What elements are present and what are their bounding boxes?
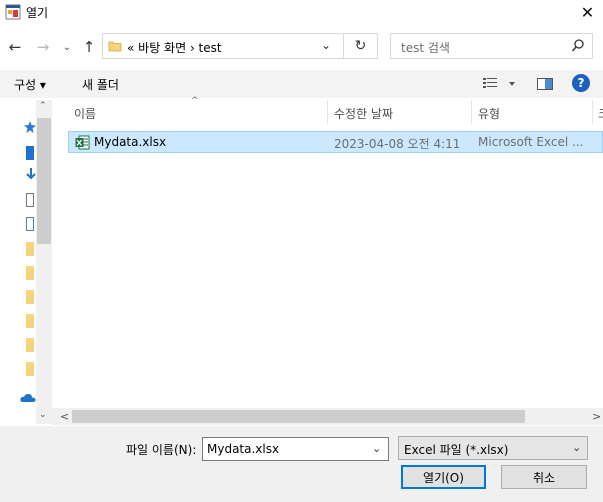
chevron-down-icon[interactable]: ⌄ bbox=[321, 38, 331, 52]
title-bar bbox=[0, 0, 603, 24]
scroll-up-arrow[interactable]: ⌃ bbox=[39, 101, 47, 111]
scroll-right-arrow[interactable]: > bbox=[592, 410, 601, 423]
file-row[interactable]: Mydata.xlsx 2023-04-08 오전 4:11 Microsoft… bbox=[68, 131, 603, 153]
open-button[interactable]: 열기(O) bbox=[401, 465, 486, 489]
window-title: 열기 bbox=[26, 6, 49, 20]
folder-icon[interactable] bbox=[26, 338, 34, 352]
filename-label: 파일 이름(N): bbox=[126, 443, 197, 457]
file-name[interactable]: Mydata.xlsx bbox=[94, 135, 166, 149]
scroll-down-arrow[interactable]: ⌄ bbox=[39, 410, 47, 420]
filter-value[interactable]: Excel 파일 (*.xlsx) bbox=[404, 441, 508, 458]
document-icon[interactable] bbox=[26, 193, 34, 207]
view-options-button[interactable] bbox=[482, 76, 518, 92]
sort-indicator: ^ bbox=[191, 96, 199, 106]
address-path[interactable]: « 바탕 화면 › test bbox=[127, 39, 222, 56]
column-divider[interactable] bbox=[592, 100, 593, 124]
chevron-down-icon[interactable]: ⌄ bbox=[572, 441, 581, 454]
filename-combobox[interactable]: Mydata.xlsx ⌄ bbox=[202, 437, 389, 461]
forward-button[interactable]: → bbox=[32, 37, 54, 57]
desktop-icon[interactable] bbox=[26, 146, 34, 160]
folder-icon[interactable] bbox=[26, 314, 34, 328]
up-folder-button[interactable]: ↑ bbox=[78, 37, 100, 57]
folder-icon bbox=[108, 39, 122, 53]
quick-access-icon[interactable] bbox=[24, 121, 36, 136]
search-box[interactable]: test 검색 bbox=[390, 33, 593, 59]
column-name[interactable]: 이름 bbox=[74, 105, 96, 122]
column-modified[interactable]: 수정한 날짜 bbox=[334, 105, 393, 122]
scrollbar-thumb[interactable] bbox=[72, 410, 525, 423]
column-divider[interactable] bbox=[471, 100, 472, 124]
folder-icon[interactable] bbox=[26, 242, 34, 256]
file-type-filter[interactable]: Excel 파일 (*.xlsx) ⌄ bbox=[398, 436, 588, 460]
preview-pane-button[interactable] bbox=[536, 76, 554, 92]
excel-file-icon bbox=[75, 135, 90, 150]
refresh-button[interactable]: ↻ bbox=[344, 33, 378, 59]
search-input[interactable]: test 검색 bbox=[401, 39, 450, 56]
back-button[interactable]: ← bbox=[4, 37, 26, 57]
search-icon[interactable] bbox=[571, 38, 585, 54]
scrollbar-thumb[interactable] bbox=[37, 118, 51, 244]
horizontal-scrollbar[interactable]: < > bbox=[52, 408, 603, 425]
download-icon[interactable] bbox=[26, 168, 36, 185]
folder-icon[interactable] bbox=[26, 362, 34, 376]
onedrive-icon[interactable] bbox=[20, 392, 36, 406]
organize-button[interactable]: 구성 ▾ bbox=[14, 76, 46, 93]
new-folder-button[interactable]: 새 폴더 bbox=[82, 76, 119, 93]
filename-input[interactable]: Mydata.xlsx bbox=[207, 442, 279, 456]
folder-icon[interactable] bbox=[26, 266, 34, 280]
close-button[interactable]: ✕ bbox=[572, 0, 603, 24]
file-type: Microsoft Excel ... bbox=[478, 135, 584, 149]
help-button[interactable]: ? bbox=[572, 74, 590, 92]
cancel-button[interactable]: 취소 bbox=[501, 465, 587, 489]
folder-icon[interactable] bbox=[26, 290, 34, 304]
file-modified: 2023-04-08 오전 4:11 bbox=[334, 137, 461, 151]
recent-locations-button[interactable]: ⌄ bbox=[60, 37, 74, 57]
address-bar[interactable]: « 바탕 화면 › test ⌄ bbox=[102, 33, 344, 59]
pictures-icon[interactable] bbox=[26, 217, 34, 231]
app-icon bbox=[5, 4, 21, 20]
chevron-down-icon[interactable]: ⌄ bbox=[372, 442, 381, 455]
column-size[interactable]: 크 bbox=[598, 105, 603, 122]
column-divider[interactable] bbox=[327, 100, 328, 124]
scroll-left-arrow[interactable]: < bbox=[60, 410, 69, 423]
column-type[interactable]: 유형 bbox=[478, 105, 500, 122]
